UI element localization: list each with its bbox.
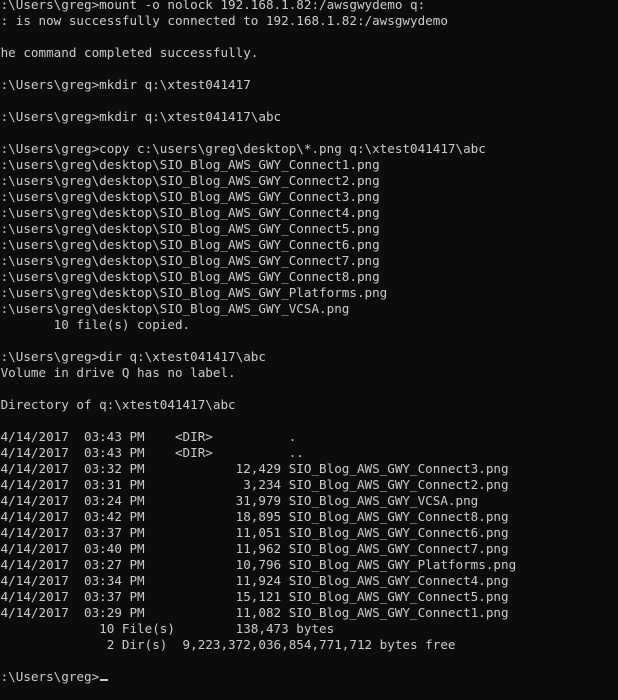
console-line-text: 04/14/2017 03:32 PM 12,429 SIO_Blog_AWS_…	[0, 461, 509, 476]
console-line-text: 04/14/2017 03:31 PM 3,234 SIO_Blog_AWS_G…	[0, 477, 509, 492]
console-line: c:\users\greg\desktop\SIO_Blog_AWS_GWY_C…	[0, 205, 516, 221]
console-line-text: q: is now successfully connected to 192.…	[0, 13, 448, 28]
console-line-text: C:\Users\greg>mkdir q:\xtest041417	[0, 77, 251, 92]
console-line: The command completed successfully.	[0, 45, 516, 61]
console-line-text: Volume in drive Q has no label.	[0, 365, 236, 380]
console-line: 04/14/2017 03:32 PM 12,429 SIO_Blog_AWS_…	[0, 461, 516, 477]
console-line-text: 10 File(s) 138,473 bytes	[0, 621, 335, 636]
console-line-text: 04/14/2017 03:27 PM 10,796 SIO_Blog_AWS_…	[0, 557, 517, 572]
console-line: c:\users\greg\desktop\SIO_Blog_AWS_GWY_C…	[0, 189, 516, 205]
console-line-text: 04/14/2017 03:24 PM 31,979 SIO_Blog_AWS_…	[0, 493, 479, 508]
console-line: 04/14/2017 03:37 PM 11,051 SIO_Blog_AWS_…	[0, 525, 516, 541]
console-line-text: c:\users\greg\desktop\SIO_Blog_AWS_GWY_C…	[0, 205, 380, 220]
console-line: c:\users\greg\desktop\SIO_Blog_AWS_GWY_C…	[0, 173, 516, 189]
console-line: c:\users\greg\desktop\SIO_Blog_AWS_GWY_C…	[0, 253, 516, 269]
console-line: 04/14/2017 03:42 PM 18,895 SIO_Blog_AWS_…	[0, 509, 516, 525]
console-line-text: 04/14/2017 03:40 PM 11,962 SIO_Blog_AWS_…	[0, 541, 509, 556]
console-line-text: 04/14/2017 03:37 PM 11,051 SIO_Blog_AWS_…	[0, 525, 509, 540]
console-line-text: c:\users\greg\desktop\SIO_Blog_AWS_GWY_C…	[0, 269, 380, 284]
console-line-text: c:\users\greg\desktop\SIO_Blog_AWS_GWY_P…	[0, 285, 388, 300]
console-line-text: C:\Users\greg>	[0, 669, 100, 684]
console-line: C:\Users\greg>mkdir q:\xtest041417	[0, 77, 516, 93]
console-line-text: 04/14/2017 03:43 PM <DIR> .	[0, 429, 297, 444]
console-line: C:\Users\greg>dir q:\xtest041417\abc	[0, 349, 516, 365]
console-line: c:\users\greg\desktop\SIO_Blog_AWS_GWY_C…	[0, 221, 516, 237]
console-line: c:\users\greg\desktop\SIO_Blog_AWS_GWY_P…	[0, 285, 516, 301]
console-line-text: 10 file(s) copied.	[0, 317, 191, 332]
console-line-text: c:\users\greg\desktop\SIO_Blog_AWS_GWY_C…	[0, 173, 380, 188]
console-line: c:\users\greg\desktop\SIO_Blog_AWS_GWY_V…	[0, 301, 516, 317]
console-line-text: c:\users\greg\desktop\SIO_Blog_AWS_GWY_V…	[0, 301, 350, 316]
console-line-text: c:\users\greg\desktop\SIO_Blog_AWS_GWY_C…	[0, 157, 380, 172]
console-line: c:\users\greg\desktop\SIO_Blog_AWS_GWY_C…	[0, 157, 516, 173]
console-line: 10 File(s) 138,473 bytes	[0, 621, 516, 637]
console-output: C:\Users\greg>mount -o nolock 192.168.1.…	[0, 0, 516, 685]
console-line: C:\Users\greg>mount -o nolock 192.168.1.…	[0, 0, 516, 13]
console-line: c:\users\greg\desktop\SIO_Blog_AWS_GWY_C…	[0, 269, 516, 285]
console-line-text: c:\users\greg\desktop\SIO_Blog_AWS_GWY_C…	[0, 221, 380, 236]
console-line: 04/14/2017 03:40 PM 11,962 SIO_Blog_AWS_…	[0, 541, 516, 557]
console-line: C:\Users\greg>copy c:\users\greg\desktop…	[0, 141, 516, 157]
console-line-text: 04/14/2017 03:34 PM 11,924 SIO_Blog_AWS_…	[0, 573, 509, 588]
text-cursor	[100, 679, 109, 681]
console-line: 2 Dir(s) 9,223,372,036,854,771,712 bytes…	[0, 637, 516, 653]
console-line-text: The command completed successfully.	[0, 45, 259, 60]
console-line: 04/14/2017 03:34 PM 11,924 SIO_Blog_AWS_…	[0, 573, 516, 589]
console-line: 04/14/2017 03:43 PM <DIR> ..	[0, 445, 516, 461]
console-line: 04/14/2017 03:31 PM 3,234 SIO_Blog_AWS_G…	[0, 477, 516, 493]
console-line-text: Directory of q:\xtest041417\abc	[0, 397, 236, 412]
console-line-text: c:\users\greg\desktop\SIO_Blog_AWS_GWY_C…	[0, 237, 380, 252]
console-line-text: c:\users\greg\desktop\SIO_Blog_AWS_GWY_C…	[0, 189, 380, 204]
console-line: Volume in drive Q has no label.	[0, 365, 516, 381]
console-line: C:\Users\greg>	[0, 669, 516, 685]
console-line-text: 2 Dir(s) 9,223,372,036,854,771,712 bytes…	[0, 637, 456, 652]
console-line-text: C:\Users\greg>mount -o nolock 192.168.1.…	[0, 0, 426, 12]
console-line: 04/14/2017 03:29 PM 11,082 SIO_Blog_AWS_…	[0, 605, 516, 621]
console-line: 10 file(s) copied.	[0, 317, 516, 333]
console-line: 04/14/2017 03:27 PM 10,796 SIO_Blog_AWS_…	[0, 557, 516, 573]
console-line-text: C:\Users\greg>mkdir q:\xtest041417\abc	[0, 109, 282, 124]
console-line-text: 04/14/2017 03:37 PM 15,121 SIO_Blog_AWS_…	[0, 589, 509, 604]
console-line: c:\users\greg\desktop\SIO_Blog_AWS_GWY_C…	[0, 237, 516, 253]
console-line-text: 04/14/2017 03:29 PM 11,082 SIO_Blog_AWS_…	[0, 605, 509, 620]
console-line: 04/14/2017 03:24 PM 31,979 SIO_Blog_AWS_…	[0, 493, 516, 509]
console-window[interactable]: C:\Users\greg>mount -o nolock 192.168.1.…	[0, 0, 618, 700]
console-line-text: 04/14/2017 03:42 PM 18,895 SIO_Blog_AWS_…	[0, 509, 509, 524]
console-line: 04/14/2017 03:37 PM 15,121 SIO_Blog_AWS_…	[0, 589, 516, 605]
console-line-text: 04/14/2017 03:43 PM <DIR> ..	[0, 445, 304, 460]
console-line-text: C:\Users\greg>copy c:\users\greg\desktop…	[0, 141, 486, 156]
console-line-text: C:\Users\greg>dir q:\xtest041417\abc	[0, 349, 266, 364]
console-line: 04/14/2017 03:43 PM <DIR> .	[0, 429, 516, 445]
console-line-text: c:\users\greg\desktop\SIO_Blog_AWS_GWY_C…	[0, 253, 380, 268]
console-line: C:\Users\greg>mkdir q:\xtest041417\abc	[0, 109, 516, 125]
console-line: Directory of q:\xtest041417\abc	[0, 397, 516, 413]
console-line: q: is now successfully connected to 192.…	[0, 13, 516, 29]
